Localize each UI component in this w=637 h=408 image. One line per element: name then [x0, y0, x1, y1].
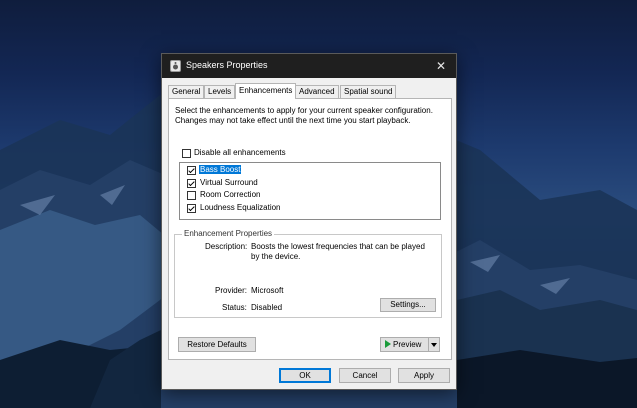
ok-button[interactable]: OK — [279, 368, 331, 383]
instructions-text: Select the enhancements to apply for you… — [175, 106, 433, 125]
tab-advanced[interactable]: Advanced — [295, 85, 339, 98]
provider-label: Provider: — [215, 286, 248, 295]
window-title: Speakers Properties — [186, 60, 268, 70]
loudness-equalization-checkbox[interactable] — [187, 204, 196, 213]
description-value: Boosts the lowest frequencies that can b… — [251, 242, 425, 261]
bass-boost-checkbox[interactable] — [187, 166, 196, 175]
cancel-button[interactable]: Cancel — [339, 368, 391, 383]
group-title: Enhancement Properties — [182, 229, 275, 238]
tab-spatial-sound[interactable]: Spatial sound — [340, 85, 397, 98]
close-button[interactable]: ✕ — [426, 54, 456, 78]
preview-label: Preview — [393, 340, 422, 349]
list-item-room-correction[interactable]: Room Correction — [200, 190, 260, 199]
virtual-surround-checkbox[interactable] — [187, 179, 196, 188]
tab-strip: General Levels Enhancements Advanced Spa… — [168, 83, 452, 99]
apply-button[interactable]: Apply — [398, 368, 450, 383]
play-icon — [385, 340, 391, 348]
description-label: Description: — [205, 242, 248, 251]
status-value: Disabled — [251, 303, 283, 312]
tab-enhancements[interactable]: Enhancements — [235, 83, 297, 99]
disable-all-checkbox[interactable] — [182, 149, 191, 158]
preview-split-button[interactable]: Preview — [380, 337, 440, 352]
preview-dropdown-arrow-icon[interactable] — [428, 338, 439, 351]
settings-button[interactable]: Settings... — [380, 298, 436, 312]
status-label: Status: — [222, 303, 247, 312]
room-correction-checkbox[interactable] — [187, 191, 196, 200]
tab-levels[interactable]: Levels — [204, 85, 236, 98]
titlebar: Speakers Properties ✕ — [162, 54, 456, 78]
list-item-virtual-surround[interactable]: Virtual Surround — [200, 178, 258, 187]
speakers-properties-dialog: Speakers Properties ✕ General Levels Enh… — [161, 53, 457, 390]
restore-defaults-button[interactable]: Restore Defaults — [178, 337, 256, 352]
list-item-bass-boost[interactable]: Bass Boost — [199, 165, 242, 174]
disable-all-label[interactable]: Disable all enhancements — [194, 148, 286, 157]
provider-value: Microsoft — [251, 286, 284, 295]
list-item-loudness-equalization[interactable]: Loudness Equalization — [200, 203, 281, 212]
speaker-icon — [170, 60, 181, 72]
tab-general[interactable]: General — [168, 85, 205, 98]
